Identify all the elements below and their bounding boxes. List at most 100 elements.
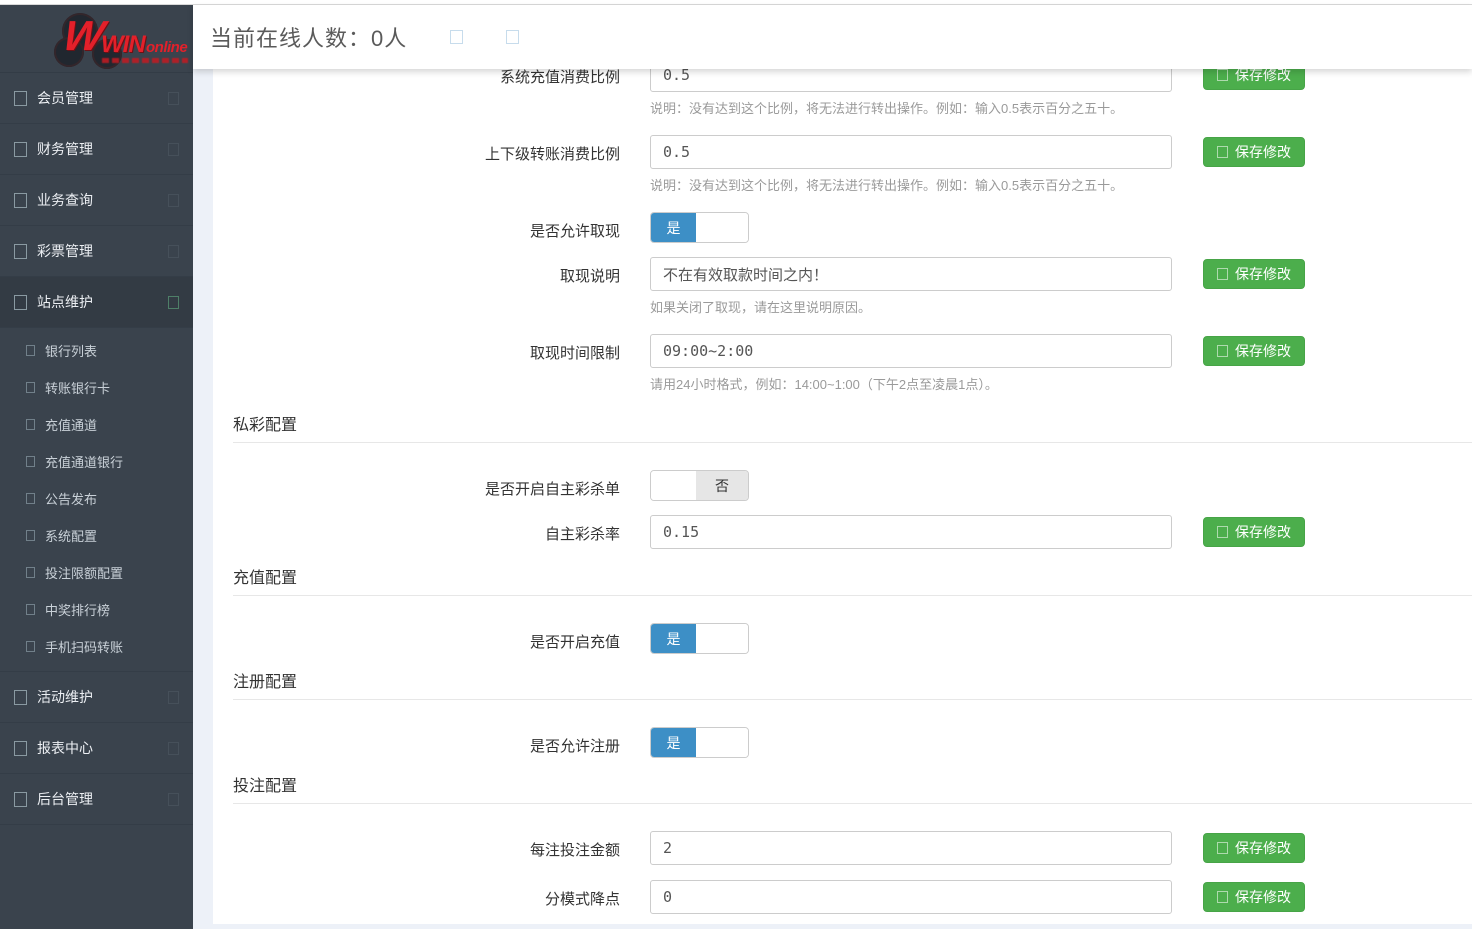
section-title: 私彩配置 (233, 417, 297, 434)
text-input-分模式降点[interactable] (650, 880, 1172, 914)
toggle-switch-是否允许注册[interactable]: 是 (650, 727, 749, 758)
sidebar-item-业务查询[interactable]: 业务查询 (0, 175, 193, 226)
save-icon (1217, 526, 1228, 538)
sidebar-subitem-转账银行卡[interactable]: 转账银行卡 (0, 369, 193, 406)
save-icon (1217, 146, 1228, 158)
toggle-switch-是否开启充值[interactable]: 是 (650, 623, 749, 654)
section-title: 投注配置 (233, 778, 297, 795)
logo-online-text: online (146, 39, 187, 56)
help-text: 说明：没有达到这个比例，将无法进行转出操作。例如：输入0.5表示百分之五十。 (650, 177, 1172, 195)
submenu-item-icon (26, 641, 35, 652)
sidebar-subitem-公告发布[interactable]: 公告发布 (0, 480, 193, 517)
logo-win-text: WIN (101, 31, 145, 59)
submenu-item-label: 公告发布 (45, 489, 97, 508)
submenu-item-icon (26, 530, 35, 541)
text-input-系统充值消费比例[interactable] (650, 69, 1172, 92)
sidebar-menu-top: 会员管理财务管理业务查询彩票管理站点维护 (0, 73, 193, 328)
sidebar-item-站点维护[interactable]: 站点维护 (0, 277, 193, 328)
text-input-取现时间限制[interactable] (650, 334, 1172, 368)
save-button-label: 保存修改 (1235, 522, 1291, 542)
menu-item-label: 报表中心 (37, 738, 168, 758)
save-icon (1217, 268, 1228, 280)
submenu-item-label: 银行列表 (45, 341, 97, 360)
sidebar-subitem-投注限额配置[interactable]: 投注限额配置 (0, 554, 193, 591)
sidebar-subitem-系统配置[interactable]: 系统配置 (0, 517, 193, 554)
field-control (650, 831, 1172, 865)
save-button[interactable]: 保存修改 (1203, 259, 1305, 289)
form-row: 是否允许取现 是 (233, 212, 1472, 243)
chevron-icon (168, 296, 179, 309)
chevron-icon (168, 92, 179, 105)
text-input-上下级转账消费比例[interactable] (650, 135, 1172, 169)
menu-item-label: 财务管理 (37, 139, 168, 159)
submenu-item-label: 充值通道银行 (45, 452, 123, 471)
save-icon (1217, 891, 1228, 903)
field-label: 是否开启充值 (233, 623, 620, 652)
text-input-每注投注金额[interactable] (650, 831, 1172, 865)
settings-form: 系统充值消费比例说明：没有达到这个比例，将无法进行转出操作。例如：输入0.5表示… (233, 69, 1472, 924)
menu-item-label: 活动维护 (37, 687, 168, 707)
chevron-icon (168, 742, 179, 755)
submenu-item-icon (26, 604, 35, 615)
sidebar-subitem-充值通道[interactable]: 充值通道 (0, 406, 193, 443)
sidebar-item-会员管理[interactable]: 会员管理 (0, 73, 193, 124)
sidebar-item-彩票管理[interactable]: 彩票管理 (0, 226, 193, 277)
save-button[interactable]: 保存修改 (1203, 69, 1305, 90)
menu-item-label: 业务查询 (37, 190, 168, 210)
help-text: 请用24小时格式，例如：14:00~1:00（下午2点至凌晨1点）。 (650, 376, 1172, 394)
online-count-label: 当前在线人数：0人 (210, 21, 407, 53)
save-button[interactable]: 保存修改 (1203, 833, 1305, 863)
field-label: 系统充值消费比例 (233, 69, 620, 87)
save-button[interactable]: 保存修改 (1203, 137, 1305, 167)
submenu-item-icon (26, 382, 35, 393)
sidebar-subitem-充值通道银行[interactable]: 充值通道银行 (0, 443, 193, 480)
header-icon-placeholder[interactable] (450, 30, 463, 44)
form-row: 上下级转账消费比例说明：没有达到这个比例，将无法进行转出操作。例如：输入0.5表… (233, 135, 1472, 195)
save-button[interactable]: 保存修改 (1203, 517, 1305, 547)
sidebar-subitem-银行列表[interactable]: 银行列表 (0, 332, 193, 369)
brand-logo: W WIN online (0, 5, 193, 73)
menu-item-icon (14, 295, 27, 310)
save-icon (1217, 69, 1228, 81)
form-row: 每注投注金额 保存修改 (233, 831, 1472, 865)
form-row: 是否开启充值 是 (233, 623, 1472, 654)
menu-item-icon (14, 741, 27, 756)
section-header: 注册配置 (233, 668, 1472, 700)
text-input-自主彩杀率[interactable] (650, 515, 1172, 549)
save-button-label: 保存修改 (1235, 264, 1291, 284)
sidebar-item-后台管理[interactable]: 后台管理 (0, 774, 193, 825)
chevron-icon (168, 194, 179, 207)
help-text: 说明：没有达到这个比例，将无法进行转出操作。例如：输入0.5表示百分之五十。 (650, 100, 1172, 118)
toggle-off-segment (696, 728, 748, 757)
menu-item-icon (14, 193, 27, 208)
header-icon-placeholder[interactable] (506, 30, 519, 44)
form-row: 是否允许注册是 (233, 727, 1472, 758)
save-icon (1217, 345, 1228, 357)
sidebar-subitem-手机扫码转账[interactable]: 手机扫码转账 (0, 628, 193, 665)
menu-item-icon (14, 792, 27, 807)
field-label: 上下级转账消费比例 (233, 135, 620, 164)
text-input-取现说明[interactable] (650, 257, 1172, 291)
section-title: 充值配置 (233, 570, 297, 587)
save-button[interactable]: 保存修改 (1203, 882, 1305, 912)
sidebar-submenu: 银行列表转账银行卡充值通道充值通道银行公告发布系统配置投注限额配置中奖排行榜手机… (0, 328, 193, 672)
save-button[interactable]: 保存修改 (1203, 336, 1305, 366)
toggle-on-segment: 是 (651, 624, 696, 653)
toggle-off-segment: 否 (696, 471, 748, 500)
submenu-item-icon (26, 345, 35, 356)
field-label: 每注投注金额 (233, 831, 620, 860)
toggle-switch-是否允许取现[interactable]: 是 (650, 212, 749, 243)
sidebar-subitem-中奖排行榜[interactable]: 中奖排行榜 (0, 591, 193, 628)
sidebar-item-报表中心[interactable]: 报表中心 (0, 723, 193, 774)
chevron-icon (168, 143, 179, 156)
help-text: 如果关闭了取现，请在这里说明原因。 (650, 299, 1172, 317)
field-label: 是否允许取现 (233, 212, 620, 241)
field-label: 自主彩杀率 (233, 515, 620, 544)
field-control: 是 (650, 727, 749, 758)
sidebar-item-财务管理[interactable]: 财务管理 (0, 124, 193, 175)
submenu-item-label: 手机扫码转账 (45, 637, 123, 656)
field-control: 请用24小时格式，例如：14:00~1:00（下午2点至凌晨1点）。 (650, 334, 1172, 394)
sidebar-item-活动维护[interactable]: 活动维护 (0, 672, 193, 723)
toggle-switch-是否开启自主彩杀单[interactable]: 否 (650, 470, 749, 501)
section-header: 投注配置 (233, 772, 1472, 804)
